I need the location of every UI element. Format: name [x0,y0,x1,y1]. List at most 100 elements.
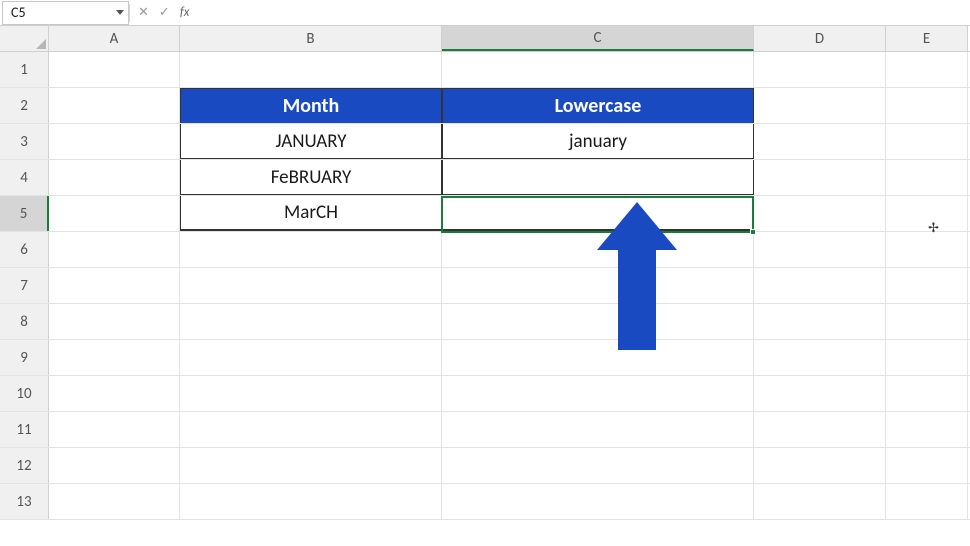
cell[interactable] [442,448,754,483]
formula-input[interactable] [197,1,970,25]
cell[interactable] [886,160,968,195]
row-header-1[interactable]: 1 [0,52,49,87]
col-header-b[interactable]: B [180,26,442,51]
accept-icon[interactable]: ✓ [159,5,170,20]
cell[interactable] [754,448,886,483]
row-header-4[interactable]: 4 [0,160,49,195]
row-header-7[interactable]: 7 [0,268,49,303]
cell[interactable] [442,484,754,519]
row-5: 5 MarCH [0,196,970,232]
cell[interactable] [886,268,968,303]
arrow-icon [597,202,677,350]
cell[interactable] [180,52,442,87]
cell[interactable] [49,448,180,483]
cell[interactable] [886,340,968,375]
cell[interactable] [886,304,968,339]
row-10: 10 [0,376,970,412]
row-header-13[interactable]: 13 [0,484,49,519]
row-11: 11 [0,412,970,448]
row-4: 4 FeBRUARY [0,160,970,196]
spreadsheet-grid: A B C D E 1 2 Month Lowercase 3 JANUARY … [0,26,970,520]
row-header-5[interactable]: 5 [0,196,49,231]
row-2: 2 Month Lowercase [0,88,970,124]
cell[interactable] [49,340,180,375]
formula-bar: C5 ✕ ✓ fx [0,0,970,26]
col-header-a[interactable]: A [49,26,180,51]
cell[interactable] [49,232,180,267]
col-header-d[interactable]: D [754,26,886,51]
table-cell[interactable]: JANUARY [180,124,442,159]
cell[interactable] [754,88,886,123]
cell[interactable] [180,448,442,483]
cell[interactable] [754,232,886,267]
cell[interactable] [49,412,180,447]
cancel-icon[interactable]: ✕ [138,5,149,20]
cell[interactable] [442,376,754,411]
cell[interactable] [180,412,442,447]
cell[interactable] [49,52,180,87]
cell[interactable] [49,304,180,339]
cell[interactable] [754,160,886,195]
cell[interactable] [886,88,968,123]
cell[interactable] [886,196,968,231]
cell[interactable] [49,484,180,519]
cell[interactable] [442,52,754,87]
cell[interactable] [180,376,442,411]
cell[interactable] [180,484,442,519]
cell[interactable] [49,196,180,231]
chevron-down-icon[interactable] [116,10,124,15]
table-header-lowercase[interactable]: Lowercase [442,88,754,123]
row-7: 7 [0,268,970,304]
table-cell[interactable]: FeBRUARY [180,160,442,195]
fx-icon[interactable]: fx [180,5,190,20]
row-6: 6 [0,232,970,268]
row-header-3[interactable]: 3 [0,124,49,159]
col-header-e[interactable]: E [886,26,968,51]
row-header-6[interactable]: 6 [0,232,49,267]
cell[interactable] [754,340,886,375]
name-box-value: C5 [11,4,26,21]
row-header-9[interactable]: 9 [0,340,49,375]
row-3: 3 JANUARY january [0,124,970,160]
cell[interactable] [754,124,886,159]
table-header-month[interactable]: Month [180,88,442,123]
cell[interactable] [49,268,180,303]
cell[interactable] [886,376,968,411]
cell[interactable] [49,160,180,195]
cell[interactable] [754,376,886,411]
cell[interactable] [754,484,886,519]
table-cell[interactable]: january [442,124,754,159]
column-headers-row: A B C D E [0,26,970,52]
cell[interactable] [754,412,886,447]
cell[interactable] [49,124,180,159]
cell[interactable] [886,412,968,447]
cell[interactable] [886,232,968,267]
row-header-10[interactable]: 10 [0,376,49,411]
cell[interactable] [180,232,442,267]
cell[interactable] [180,304,442,339]
cell[interactable] [886,52,968,87]
cell[interactable] [442,412,754,447]
row-header-11[interactable]: 11 [0,412,49,447]
cell[interactable] [180,268,442,303]
cell[interactable] [49,88,180,123]
cell[interactable] [754,304,886,339]
cell[interactable] [180,340,442,375]
cell[interactable] [754,52,886,87]
cell[interactable] [886,124,968,159]
cursor-icon: ✢ [928,221,939,236]
row-header-2[interactable]: 2 [0,88,49,123]
row-13: 13 [0,484,970,520]
cell[interactable] [886,448,968,483]
cell[interactable] [754,196,886,231]
table-cell[interactable] [442,160,754,195]
select-all-corner[interactable] [0,26,49,51]
cell[interactable] [886,484,968,519]
name-box[interactable]: C5 [2,1,129,25]
row-header-12[interactable]: 12 [0,448,49,483]
row-header-8[interactable]: 8 [0,304,49,339]
col-header-c[interactable]: C [442,26,754,51]
table-cell[interactable]: MarCH [180,196,442,231]
cell[interactable] [49,376,180,411]
cell[interactable] [754,268,886,303]
